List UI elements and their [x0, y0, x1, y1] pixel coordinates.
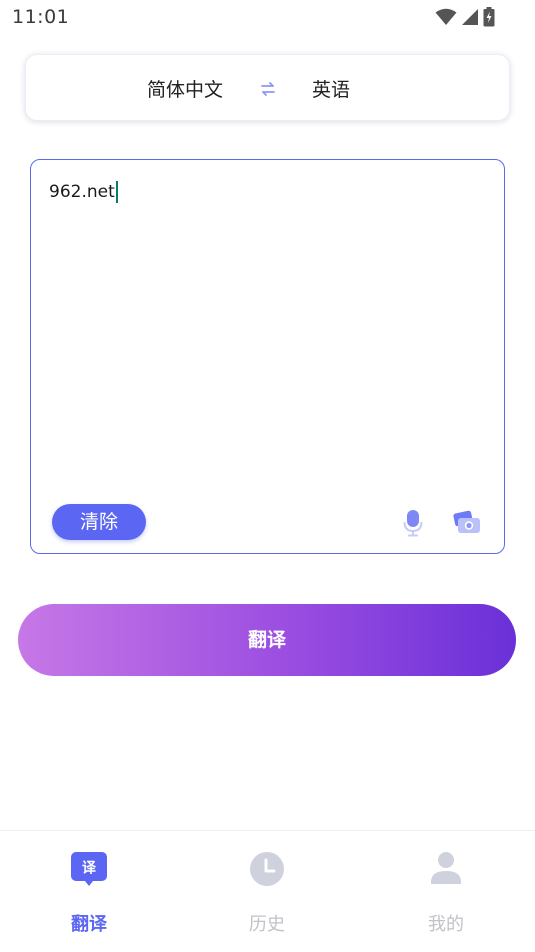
- clear-button[interactable]: 清除: [52, 504, 146, 540]
- target-language-button[interactable]: 英语: [312, 75, 372, 102]
- camera-icon[interactable]: [453, 510, 481, 534]
- person-icon: [431, 852, 461, 884]
- language-selector: 简体中文 英语: [25, 54, 510, 121]
- clock-icon: [250, 852, 284, 886]
- input-value[interactable]: 962.net: [49, 182, 115, 202]
- text-caret: [115, 181, 118, 203]
- status-bar: 11:01: [0, 0, 535, 36]
- bottom-navigation: 译 翻译 历史 我的: [0, 830, 535, 951]
- translate-button[interactable]: 翻译: [18, 604, 516, 676]
- nav-label-translate: 翻译: [71, 914, 107, 935]
- nav-item-translate[interactable]: 译 翻译: [29, 831, 149, 952]
- translate-bubble-icon: 译: [71, 852, 107, 886]
- battery-charging-icon: [483, 7, 495, 27]
- wifi-icon: [435, 8, 457, 25]
- status-icons: [435, 7, 495, 27]
- source-language-button[interactable]: 简体中文: [147, 75, 227, 102]
- translation-input[interactable]: 962.net 清除: [30, 159, 505, 554]
- swap-arrows-icon[interactable]: [260, 80, 276, 98]
- nav-label-history: 历史: [249, 914, 285, 935]
- cell-signal-icon: [462, 9, 478, 25]
- nav-label-profile: 我的: [428, 914, 464, 935]
- status-time: 11:01: [12, 6, 70, 28]
- input-text-row[interactable]: 962.net: [49, 181, 118, 203]
- svg-text:译: 译: [82, 861, 97, 877]
- microphone-icon[interactable]: [402, 509, 424, 537]
- nav-item-profile[interactable]: 我的: [386, 831, 506, 952]
- nav-item-history[interactable]: 历史: [207, 831, 327, 952]
